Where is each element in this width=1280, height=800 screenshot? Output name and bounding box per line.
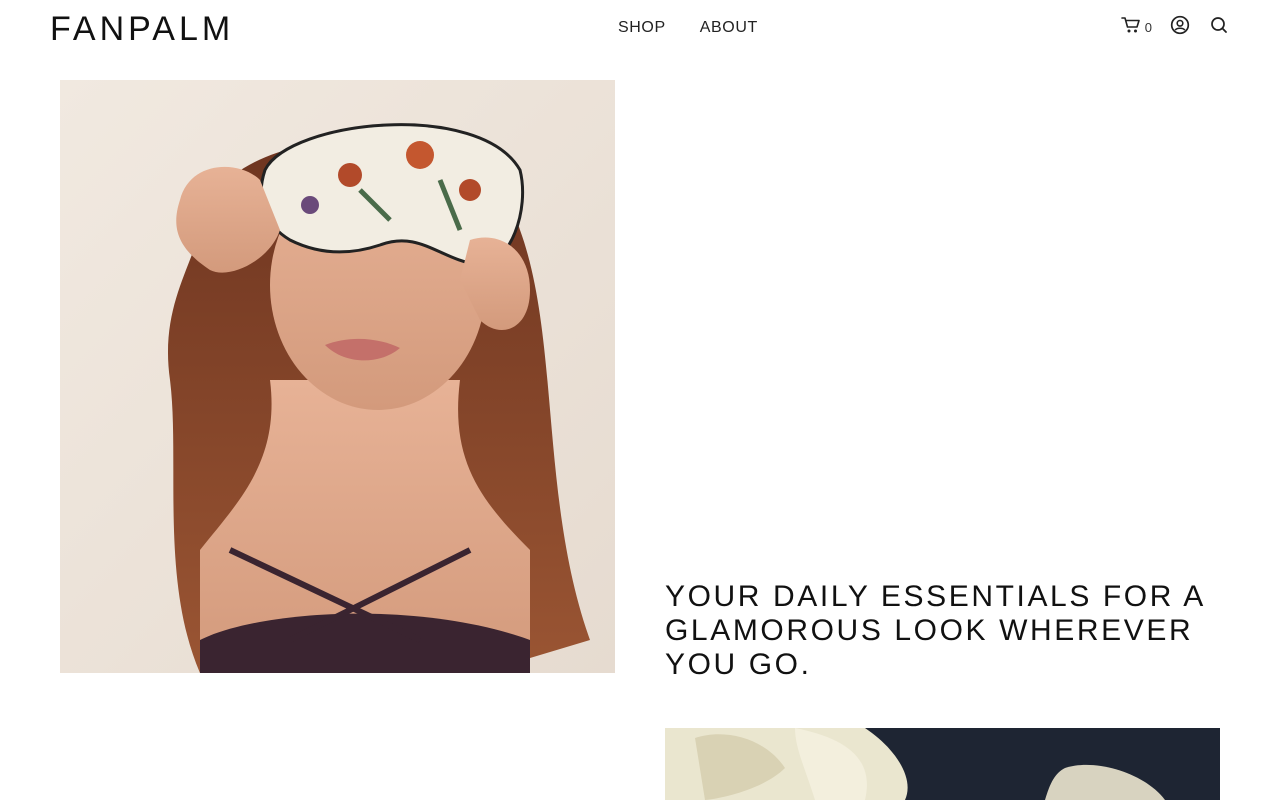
hero-tagline: YOUR DAILY ESSENTIALS FOR A GLAMOROUS LO… [665,580,1205,681]
flower-photo-illustration [665,728,1220,800]
account-button[interactable] [1170,15,1190,40]
account-icon [1170,15,1190,40]
nav-shop-link[interactable]: SHOP [618,18,666,38]
cart-icon [1120,16,1141,39]
model-with-sleep-mask-illustration [60,80,615,673]
site-logo[interactable]: FANPALM [50,10,234,48]
nav-about-link[interactable]: ABOUT [700,18,758,38]
site-header: FANPALM SHOP ABOUT 0 [0,0,1280,58]
search-icon [1210,16,1228,39]
header-icons: 0 [1120,15,1228,40]
second-image [665,728,1220,800]
hero-image [60,80,615,673]
main-nav: SHOP ABOUT [618,18,758,38]
cart-button[interactable]: 0 [1120,16,1152,39]
cart-count: 0 [1144,19,1152,35]
search-button[interactable] [1210,16,1228,39]
